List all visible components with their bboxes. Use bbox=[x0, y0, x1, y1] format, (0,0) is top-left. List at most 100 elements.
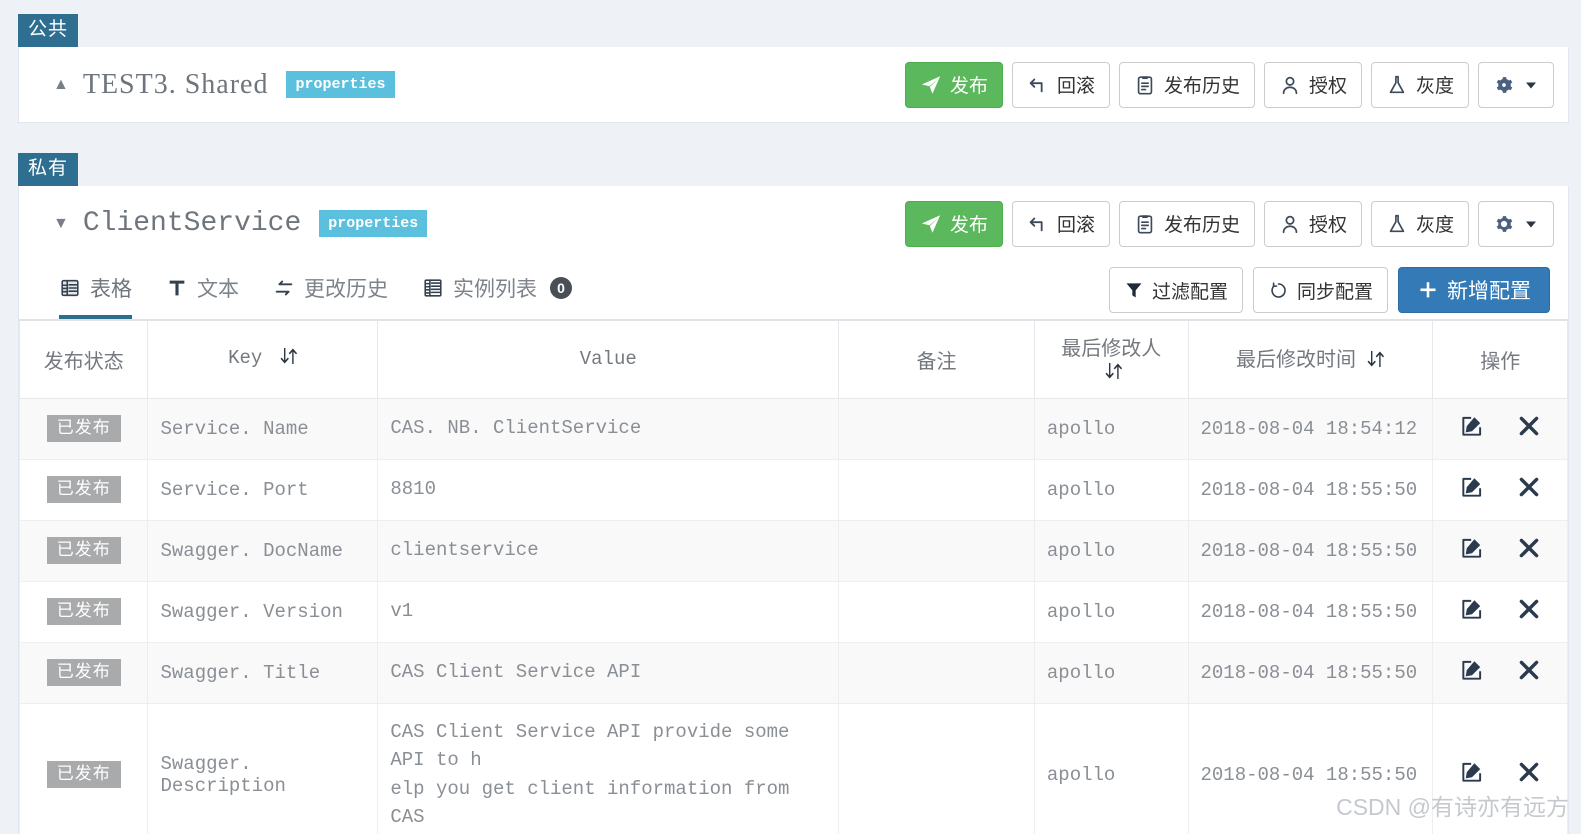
gray-release-button[interactable]: 灰度 bbox=[1370, 200, 1469, 247]
edit-pencil-icon[interactable] bbox=[1459, 413, 1485, 445]
filter-config-button[interactable]: 过滤配置 bbox=[1108, 267, 1243, 313]
paper-plane-icon bbox=[920, 213, 942, 235]
cell-status: 已发布 bbox=[18, 580, 149, 643]
close-x-icon[interactable] bbox=[1516, 596, 1542, 628]
header-row: 发布状态 Key Value 备注 最后修改人 最后修改时间 操作 bbox=[18, 319, 1568, 399]
cell-value: CAS. NB. ClientService bbox=[377, 397, 840, 460]
close-x-icon[interactable] bbox=[1516, 413, 1542, 445]
status-badge: 已发布 bbox=[46, 598, 121, 625]
cell-status: 已发布 bbox=[18, 641, 149, 704]
sync-config-button[interactable]: 同步配置 bbox=[1252, 267, 1388, 313]
col-key-label: Key bbox=[228, 347, 263, 370]
sort-icon[interactable] bbox=[1105, 361, 1123, 387]
tab-change-history[interactable]: 更改历史 bbox=[273, 271, 388, 319]
cell-operations bbox=[1432, 519, 1568, 582]
namespace-tabbar: 表格 文本 更改历史 实例列表 0 过滤配置 同步配置 新增配置 bbox=[19, 261, 1568, 319]
gray-release-button[interactable]: 灰度 bbox=[1370, 61, 1469, 108]
publish-history-button[interactable]: 发布历史 bbox=[1118, 200, 1255, 247]
cell-remark bbox=[838, 397, 1035, 460]
cell-key: Swagger. Description bbox=[147, 702, 379, 834]
flask-icon bbox=[1386, 213, 1408, 235]
cell-value: CAS Client Service API provide some API … bbox=[377, 702, 840, 834]
col-last-modified-time[interactable]: 最后修改时间 bbox=[1187, 319, 1434, 399]
edit-pencil-icon[interactable] bbox=[1459, 759, 1485, 791]
plus-icon bbox=[1417, 279, 1439, 301]
table-toolbar: 过滤配置 同步配置 新增配置 bbox=[1108, 267, 1550, 319]
private-namespace-name: ClientService bbox=[82, 208, 302, 239]
col-key[interactable]: Key bbox=[147, 319, 379, 399]
table-row: 已发布 Swagger. Description CAS Client Serv… bbox=[18, 702, 1568, 834]
authorize-button[interactable]: 授权 bbox=[1263, 61, 1362, 108]
gray-release-button-label: 灰度 bbox=[1415, 215, 1454, 236]
cell-modified-at: 2018-08-04 18:55:50 bbox=[1187, 702, 1434, 834]
cell-modified-at: 2018-08-04 18:54:12 bbox=[1187, 397, 1434, 460]
publish-button[interactable]: 发布 bbox=[904, 61, 1003, 108]
authorize-button-label: 授权 bbox=[1308, 76, 1347, 97]
tab-table[interactable]: 表格 bbox=[59, 271, 132, 319]
edit-pencil-icon[interactable] bbox=[1459, 657, 1485, 689]
private-namespace-actions: 发布 回滚 发布历史 授权 灰度 bbox=[904, 200, 1554, 247]
table-row: 已发布 Swagger. DocName clientservice apoll… bbox=[18, 519, 1568, 582]
cell-status: 已发布 bbox=[18, 458, 149, 521]
filter-icon bbox=[1124, 280, 1144, 300]
collapse-caret-icon[interactable] bbox=[53, 216, 69, 232]
close-x-icon[interactable] bbox=[1516, 759, 1542, 791]
col-last-modified-time-label: 最后修改时间 bbox=[1235, 349, 1356, 372]
chevron-down-icon bbox=[1523, 77, 1539, 93]
cell-value: clientservice bbox=[377, 519, 840, 582]
publish-button[interactable]: 发布 bbox=[904, 200, 1003, 247]
tab-instance-list[interactable]: 实例列表 0 bbox=[422, 271, 572, 319]
status-badge: 已发布 bbox=[46, 659, 121, 686]
cell-modifier: apollo bbox=[1033, 458, 1189, 521]
cell-status: 已发布 bbox=[18, 519, 149, 582]
public-namespace-panel: TEST3. Shared properties 发布 回滚 bbox=[18, 47, 1569, 123]
col-operations: 操作 bbox=[1432, 319, 1568, 399]
table-row: 已发布 Service. Name CAS. NB. ClientService… bbox=[18, 397, 1568, 460]
settings-dropdown-button[interactable] bbox=[1478, 200, 1554, 247]
tab-change-history-label: 更改历史 bbox=[304, 277, 388, 301]
sort-icon[interactable] bbox=[1367, 349, 1385, 375]
col-last-modified-by[interactable]: 最后修改人 bbox=[1033, 319, 1189, 399]
public-namespace-actions: 发布 回滚 发布历史 授权 灰度 bbox=[904, 61, 1554, 108]
config-table-body: 已发布 Service. Name CAS. NB. ClientService… bbox=[18, 397, 1568, 834]
publish-history-button[interactable]: 发布历史 bbox=[1118, 61, 1255, 108]
cell-operations bbox=[1432, 702, 1568, 834]
rollback-button[interactable]: 回滚 bbox=[1011, 200, 1110, 247]
cell-remark bbox=[838, 580, 1035, 643]
rollback-button[interactable]: 回滚 bbox=[1011, 61, 1110, 108]
close-x-icon[interactable] bbox=[1516, 657, 1542, 689]
gear-icon bbox=[1493, 74, 1515, 96]
clipboard-list-icon bbox=[1134, 74, 1156, 96]
settings-dropdown-button[interactable] bbox=[1478, 61, 1554, 108]
edit-pencil-icon[interactable] bbox=[1459, 596, 1485, 628]
private-namespace-panel: ClientService properties 发布 回滚 bbox=[18, 186, 1569, 834]
authorize-button[interactable]: 授权 bbox=[1263, 200, 1362, 247]
close-x-icon[interactable] bbox=[1516, 474, 1542, 506]
cell-key: Swagger. Title bbox=[147, 641, 379, 704]
col-remark: 备注 bbox=[838, 319, 1035, 399]
edit-pencil-icon[interactable] bbox=[1459, 474, 1485, 506]
cell-remark bbox=[838, 458, 1035, 521]
public-namespace-section: 公共 TEST3. Shared properties 发布 bbox=[0, 0, 1581, 123]
cell-value: CAS Client Service API bbox=[377, 641, 840, 704]
add-config-button[interactable]: 新增配置 bbox=[1398, 267, 1550, 313]
publish-button-label: 发布 bbox=[949, 215, 988, 236]
private-namespace-tag: 私有 bbox=[18, 153, 79, 186]
user-icon bbox=[1279, 213, 1301, 235]
tab-text[interactable]: 文本 bbox=[166, 271, 239, 319]
sort-icon[interactable] bbox=[280, 346, 298, 372]
status-badge: 已发布 bbox=[46, 476, 121, 503]
collapse-caret-icon[interactable] bbox=[53, 77, 69, 93]
col-publish-status: 发布状态 bbox=[18, 319, 149, 399]
cell-key: Service. Name bbox=[147, 397, 379, 460]
apollo-config-page: 公共 TEST3. Shared properties 发布 bbox=[0, 0, 1581, 834]
rollback-arrow-icon bbox=[1027, 213, 1049, 235]
close-x-icon[interactable] bbox=[1516, 535, 1542, 567]
table-row: 已发布 Swagger. Title CAS Client Service AP… bbox=[18, 641, 1568, 704]
sync-circle-icon bbox=[1268, 280, 1289, 301]
cell-value: v1 bbox=[377, 580, 840, 643]
cell-status: 已发布 bbox=[18, 397, 149, 460]
edit-pencil-icon[interactable] bbox=[1459, 535, 1485, 567]
cell-operations bbox=[1432, 397, 1568, 460]
cell-key: Swagger. DocName bbox=[147, 519, 379, 582]
